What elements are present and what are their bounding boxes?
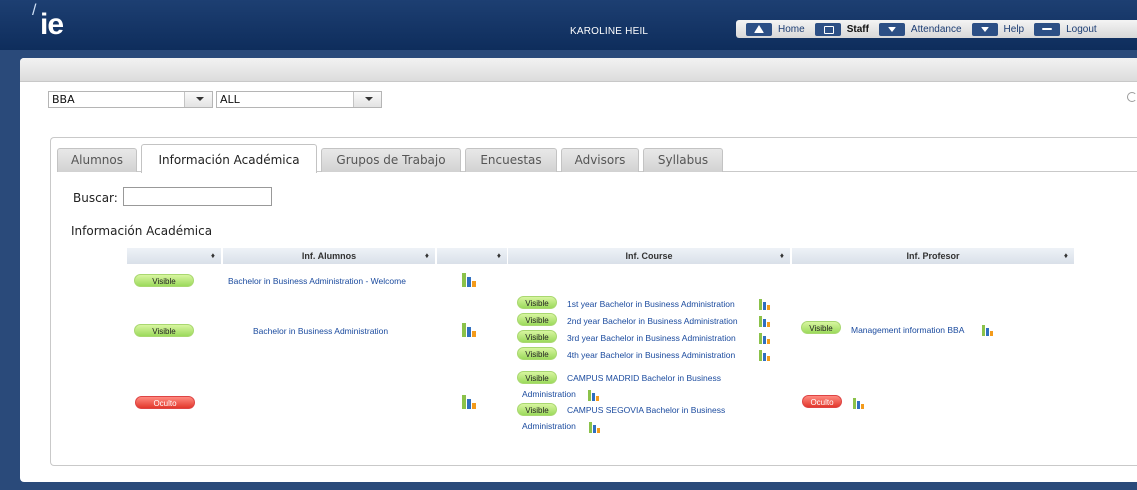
stats-bars-icon[interactable] bbox=[982, 325, 995, 336]
top-nav: Home Staff Attendance Help Logout bbox=[736, 20, 1137, 38]
sort-icon[interactable]: ♦ bbox=[211, 251, 215, 260]
table-header-stats[interactable]: ♦ bbox=[437, 248, 507, 264]
main-content: BBA ALL Alumnos Información Académica Gr… bbox=[20, 58, 1137, 482]
course-status-badge[interactable]: Visible bbox=[517, 313, 557, 326]
logout-arrow-icon bbox=[1034, 22, 1061, 36]
chevron-down-icon bbox=[878, 22, 905, 36]
user-icon bbox=[814, 22, 841, 36]
tab-label: Syllabus bbox=[657, 153, 709, 167]
stats-bars-icon[interactable] bbox=[588, 390, 601, 401]
logo-mark-icon: / bbox=[32, 2, 37, 19]
status-badge[interactable]: Visible bbox=[134, 274, 194, 287]
course-link[interactable]: CAMPUS SEGOVIA Bachelor in Business Admi… bbox=[522, 402, 752, 434]
stats-bars-icon[interactable] bbox=[589, 422, 602, 433]
program-select-value: BBA bbox=[52, 93, 75, 106]
profesor-status-badge[interactable]: Oculto bbox=[802, 395, 842, 408]
sort-icon[interactable]: ♦ bbox=[780, 251, 784, 260]
nav-home-label: Home bbox=[778, 23, 805, 35]
tab-label: Información Académica bbox=[158, 153, 300, 167]
nav-logout[interactable]: Logout bbox=[1034, 22, 1097, 36]
course-status-badge[interactable]: Visible bbox=[517, 296, 557, 309]
nav-help-label: Help bbox=[1003, 23, 1025, 35]
chevron-down-icon bbox=[971, 22, 998, 36]
home-icon bbox=[746, 22, 772, 36]
stats-bars-icon[interactable] bbox=[759, 316, 772, 327]
ie-logo[interactable]: / ie bbox=[32, 2, 76, 42]
table-header-inf-alumnos[interactable]: Inf. Alumnos ♦ bbox=[223, 248, 435, 264]
section-title: Información Académica bbox=[71, 224, 213, 238]
sort-icon[interactable]: ♦ bbox=[1064, 251, 1068, 260]
tab-alumnos[interactable]: Alumnos bbox=[57, 148, 137, 172]
tab-encuestas[interactable]: Encuestas bbox=[465, 148, 557, 172]
tab-bar: Alumnos Información Académica Grupos de … bbox=[57, 144, 1137, 173]
header-label: Inf. Course bbox=[625, 251, 673, 261]
header-label: Inf. Profesor bbox=[906, 251, 960, 261]
course-link-text: CAMPUS MADRID Bachelor in Business Admin… bbox=[522, 373, 721, 399]
refresh-icon[interactable] bbox=[1127, 92, 1137, 102]
stats-bars-icon[interactable] bbox=[462, 273, 478, 287]
tab-label: Alumnos bbox=[70, 153, 124, 167]
profesor-link[interactable]: Management information BBA bbox=[851, 325, 964, 335]
stats-bars-icon[interactable] bbox=[462, 395, 478, 409]
top-header: / ie KAROLINE HEIL Home Staff Attendance… bbox=[0, 0, 1137, 50]
sort-icon[interactable]: ♦ bbox=[497, 251, 501, 260]
nav-logout-label: Logout bbox=[1066, 23, 1097, 35]
sort-icon[interactable]: ♦ bbox=[425, 251, 429, 260]
course-link-text: CAMPUS SEGOVIA Bachelor in Business Admi… bbox=[522, 405, 726, 431]
nav-staff-label: Staff bbox=[846, 23, 869, 35]
alumnos-link[interactable]: Bachelor in Business Administration bbox=[253, 326, 388, 336]
nav-staff[interactable]: Staff bbox=[814, 22, 869, 36]
stats-bars-icon[interactable] bbox=[462, 323, 478, 337]
table-header-status[interactable]: ♦ bbox=[127, 248, 221, 264]
course-link[interactable]: 4th year Bachelor in Business Administra… bbox=[567, 350, 735, 360]
header-label: Inf. Alumnos bbox=[301, 251, 357, 261]
toolbar-strip bbox=[20, 58, 1137, 82]
stats-bars-icon[interactable] bbox=[759, 333, 772, 344]
course-link[interactable]: CAMPUS MADRID Bachelor in Business Admin… bbox=[522, 370, 752, 402]
program-select[interactable]: BBA bbox=[48, 91, 213, 108]
scope-select[interactable]: ALL bbox=[216, 91, 382, 108]
tab-label: Encuestas bbox=[480, 153, 542, 167]
stats-bars-icon[interactable] bbox=[759, 350, 772, 361]
stats-bars-icon[interactable] bbox=[759, 299, 772, 310]
stats-bars-icon[interactable] bbox=[853, 398, 866, 409]
table-header-inf-profesor[interactable]: Inf. Profesor ♦ bbox=[792, 248, 1074, 264]
scope-select-value: ALL bbox=[220, 93, 240, 106]
nav-home[interactable]: Home bbox=[746, 22, 805, 36]
nav-attendance[interactable]: Attendance bbox=[878, 22, 962, 36]
tab-grupos-de-trabajo[interactable]: Grupos de Trabajo bbox=[321, 148, 461, 172]
course-link[interactable]: 1st year Bachelor in Business Administra… bbox=[567, 299, 735, 309]
chevron-down-icon[interactable] bbox=[353, 92, 381, 107]
tab-syllabus[interactable]: Syllabus bbox=[643, 148, 723, 172]
course-link[interactable]: 2nd year Bachelor in Business Administra… bbox=[567, 316, 738, 326]
nav-help[interactable]: Help bbox=[971, 22, 1025, 36]
alumnos-link[interactable]: Bachelor in Business Administration - We… bbox=[228, 276, 406, 286]
logo-text: ie bbox=[40, 8, 64, 41]
status-badge[interactable]: Visible bbox=[134, 324, 194, 337]
search-input[interactable] bbox=[123, 187, 272, 206]
nav-attendance-label: Attendance bbox=[910, 23, 962, 35]
course-link[interactable]: 3rd year Bachelor in Business Administra… bbox=[567, 333, 736, 343]
course-status-badge[interactable]: Visible bbox=[517, 347, 557, 360]
tabs-panel: Alumnos Información Académica Grupos de … bbox=[50, 137, 1137, 466]
status-badge[interactable]: Oculto bbox=[135, 396, 195, 409]
tab-informacion-academica[interactable]: Información Académica bbox=[141, 144, 317, 173]
chevron-down-icon[interactable] bbox=[184, 92, 212, 107]
table-header-inf-course[interactable]: Inf. Course ♦ bbox=[508, 248, 790, 264]
tab-advisors[interactable]: Advisors bbox=[561, 148, 639, 172]
profesor-status-badge[interactable]: Visible bbox=[801, 321, 841, 334]
course-status-badge[interactable]: Visible bbox=[517, 330, 557, 343]
search-label: Buscar: bbox=[73, 191, 118, 205]
user-name: KAROLINE HEIL bbox=[570, 26, 649, 37]
tab-label: Advisors bbox=[574, 153, 626, 167]
tab-label: Grupos de Trabajo bbox=[336, 153, 446, 167]
